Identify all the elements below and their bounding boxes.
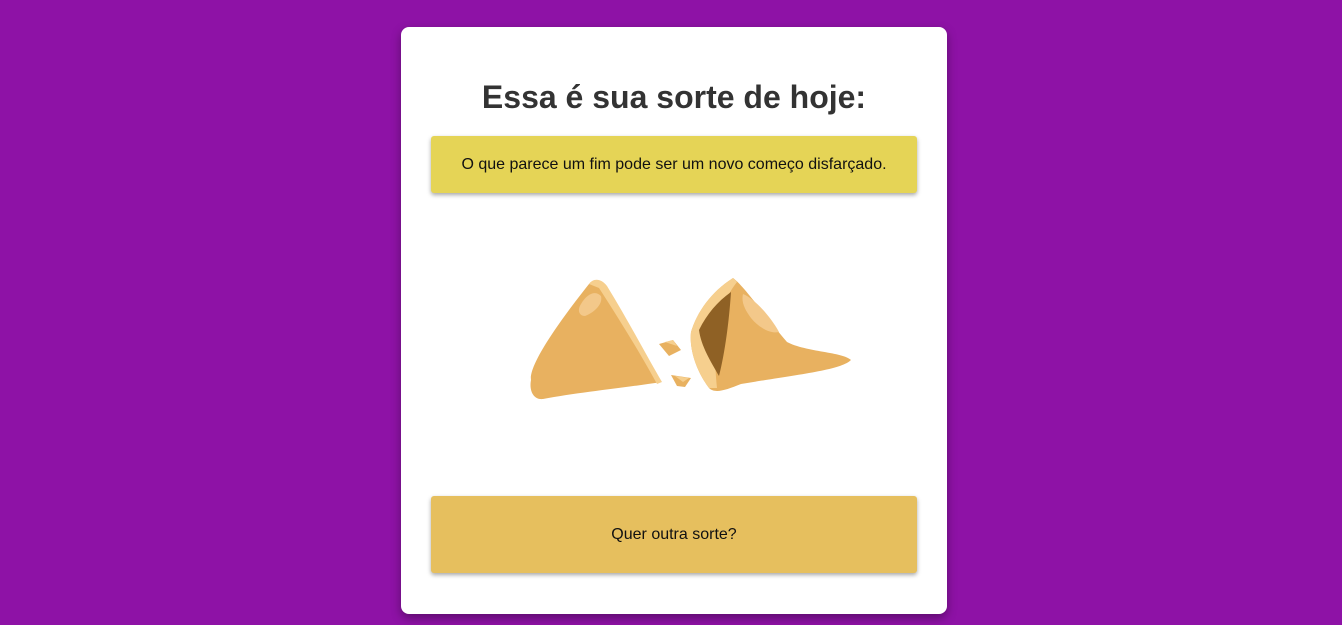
fortune-message: O que parece um fim pode ser um novo com…: [431, 136, 917, 193]
broken-fortune-cookie-icon: [521, 272, 851, 402]
fortune-text: O que parece um fim pode ser um novo com…: [461, 155, 887, 173]
new-fortune-button[interactable]: Quer outra sorte?: [431, 496, 917, 573]
page-title: Essa é sua sorte de hoje:: [481, 79, 867, 115]
fortune-card: Essa é sua sorte de hoje: O que parece u…: [401, 27, 947, 614]
